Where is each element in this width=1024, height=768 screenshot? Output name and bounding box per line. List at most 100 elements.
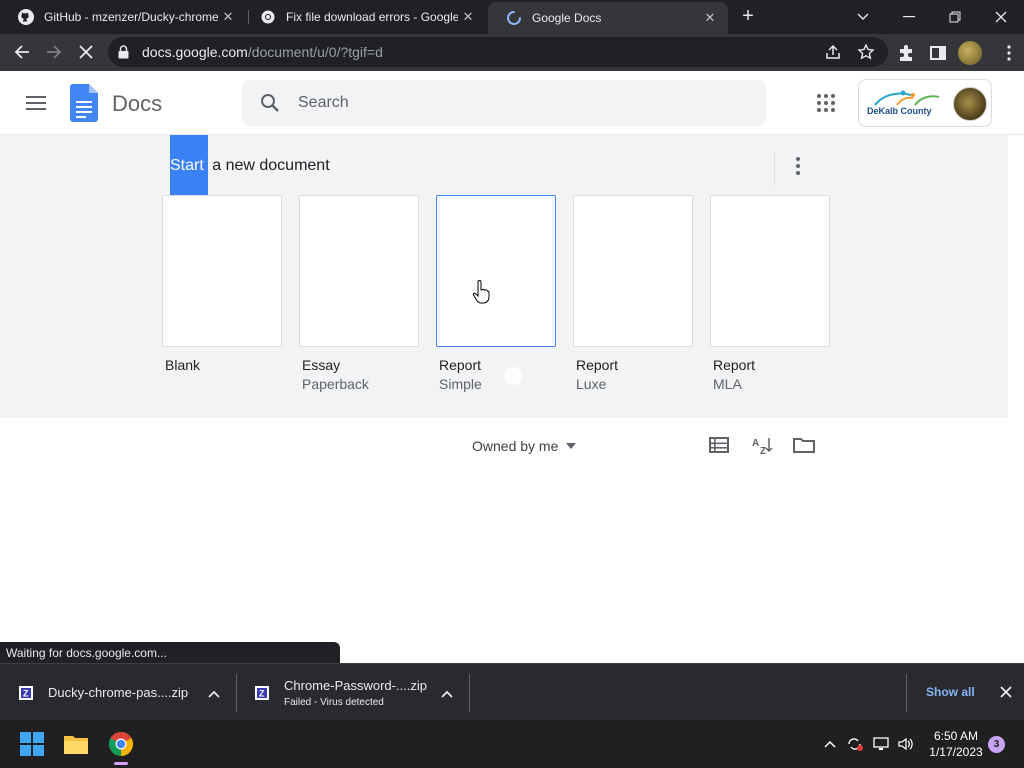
download-divider (236, 674, 237, 712)
restore-icon[interactable] (932, 0, 978, 34)
tab-strip: GitHub - mzenzer/Ducky-chrome- ✕ Fix fil… (0, 0, 1024, 34)
search-bar[interactable] (242, 80, 766, 126)
template-report-mla[interactable]: Report MLA (710, 195, 830, 392)
template-thumbnail[interactable] (573, 195, 693, 347)
zip-file-icon: Z (18, 685, 34, 701)
owner-filter-label: Owned by me (472, 438, 559, 454)
app-name[interactable]: Docs (112, 91, 162, 117)
tab-search-icon[interactable] (840, 0, 886, 34)
docs-logo-icon[interactable] (70, 84, 98, 122)
close-tab-icon[interactable]: ✕ (218, 9, 238, 25)
gallery-title-selected-text: Start (170, 135, 208, 197)
org-name: DeKalb County (867, 106, 932, 116)
template-name: Blank (165, 357, 201, 373)
address-bar[interactable]: docs.google.com/document/u/0/?tgif=d (108, 37, 888, 67)
loading-spinner-icon (506, 10, 522, 26)
gallery-divider (774, 153, 775, 185)
extensions-puzzle-icon[interactable] (896, 43, 916, 63)
sort-az-icon[interactable]: AZ (751, 436, 773, 457)
system-clock[interactable]: 6:50 AM 1/17/2023 (924, 728, 988, 760)
download-filename: Ducky-chrome-pas....zip (48, 685, 189, 700)
template-report-luxe[interactable]: Report Luxe (573, 195, 693, 392)
url-path: /document/u/0/?tgif=d (247, 44, 383, 60)
svg-text:Z: Z (760, 446, 766, 456)
folder-icon[interactable] (793, 436, 815, 456)
template-thumbnail[interactable] (162, 195, 282, 347)
main-menu-icon[interactable] (22, 91, 50, 115)
tab-github[interactable]: GitHub - mzenzer/Ducky-chrome- ✕ (0, 0, 246, 34)
tab-help[interactable]: Fix file download errors - Google ✕ (242, 0, 486, 34)
google-apps-icon[interactable] (816, 93, 836, 113)
clock-time: 6:50 AM (933, 729, 979, 743)
owner-filter-dropdown[interactable]: Owned by me (472, 438, 577, 454)
search-input[interactable] (298, 90, 738, 116)
windows-start-icon[interactable] (16, 728, 48, 760)
chrome-menu-icon[interactable] (1000, 43, 1018, 63)
file-explorer-icon[interactable] (60, 728, 92, 760)
download-item-failed[interactable]: Z Chrome-Password-....zip Failed - Virus… (254, 664, 466, 721)
volume-icon[interactable] (897, 736, 915, 752)
loading-indicator (504, 367, 522, 385)
hand-cursor-icon (472, 280, 490, 304)
template-thumbnail[interactable] (299, 195, 419, 347)
search-icon[interactable] (260, 93, 280, 118)
svg-text:Z: Z (259, 688, 265, 698)
download-item[interactable]: Z Ducky-chrome-pas....zip (18, 664, 230, 721)
svg-text:A: A (752, 438, 759, 449)
status-bubble: Waiting for docs.google.com... (0, 642, 340, 664)
gallery-title: Start a new document (170, 135, 330, 197)
template-thumbnail[interactable] (436, 195, 556, 347)
browser-toolbar: docs.google.com/document/u/0/?tgif=d (0, 34, 1024, 71)
template-name: Report (439, 357, 482, 373)
template-name: Report (576, 357, 619, 373)
side-panel-icon[interactable] (928, 43, 948, 63)
clock-date: 1/17/2023 (929, 745, 983, 759)
gallery-title-rest: a new document (207, 157, 330, 174)
network-icon[interactable] (872, 736, 890, 752)
template-subtitle: Paperback (302, 376, 369, 392)
tab-title: Google Docs (532, 11, 602, 25)
template-thumbnail[interactable] (710, 195, 830, 347)
profile-avatar[interactable] (958, 41, 982, 65)
close-window-icon[interactable] (978, 0, 1024, 34)
tab-title: GitHub - mzenzer/Ducky-chrome- (44, 10, 218, 24)
template-essay-paperback[interactable]: Essay Paperback (299, 195, 419, 392)
close-tab-icon[interactable]: ✕ (458, 9, 478, 25)
new-tab-button[interactable]: + (737, 6, 759, 28)
download-filename: Chrome-Password-....zip (284, 677, 428, 693)
list-view-icon[interactable] (709, 436, 731, 456)
close-shelf-icon[interactable] (998, 684, 1014, 700)
close-tab-icon[interactable]: ✕ (700, 10, 720, 26)
template-subtitle: MLA (713, 376, 742, 392)
chrome-taskbar-icon[interactable] (105, 728, 137, 760)
bookmark-star-icon[interactable] (857, 43, 875, 61)
template-blank[interactable]: Blank (162, 195, 282, 376)
active-app-indicator (114, 762, 128, 765)
lock-icon[interactable] (118, 45, 129, 64)
download-shelf: Z Ducky-chrome-pas....zip Z Chrome-Passw… (0, 663, 1024, 720)
chevron-up-tray-icon[interactable] (822, 736, 840, 752)
tab-title: Fix file download errors - Google (286, 10, 458, 24)
download-divider (906, 674, 907, 712)
share-icon[interactable] (824, 43, 842, 61)
chrome-help-icon (260, 9, 276, 25)
tab-google-docs[interactable]: Google Docs ✕ (488, 2, 728, 34)
chevron-up-icon[interactable] (207, 686, 221, 698)
account-avatar[interactable] (953, 87, 987, 121)
more-options-icon[interactable] (788, 155, 808, 177)
sync-icon[interactable] (846, 736, 864, 752)
url-text: docs.google.com/document/u/0/?tgif=d (142, 44, 383, 60)
dekalb-county-logo: DeKalb County (867, 89, 947, 119)
zip-file-icon: Z (254, 685, 270, 701)
stop-loading-icon[interactable] (72, 38, 100, 66)
download-divider (469, 674, 470, 712)
notification-badge[interactable]: 3 (988, 736, 1005, 753)
account-switcher[interactable]: DeKalb County (858, 79, 992, 127)
minimize-icon[interactable] (886, 0, 932, 34)
show-all-downloads-link[interactable]: Show all (926, 685, 975, 699)
chevron-up-icon[interactable] (440, 686, 454, 698)
back-arrow-icon[interactable] (8, 38, 36, 66)
forward-arrow-icon[interactable] (40, 38, 68, 66)
docs-header: Docs DeKalb County (0, 71, 1024, 135)
template-report-simple[interactable]: Report Simple (436, 195, 556, 392)
